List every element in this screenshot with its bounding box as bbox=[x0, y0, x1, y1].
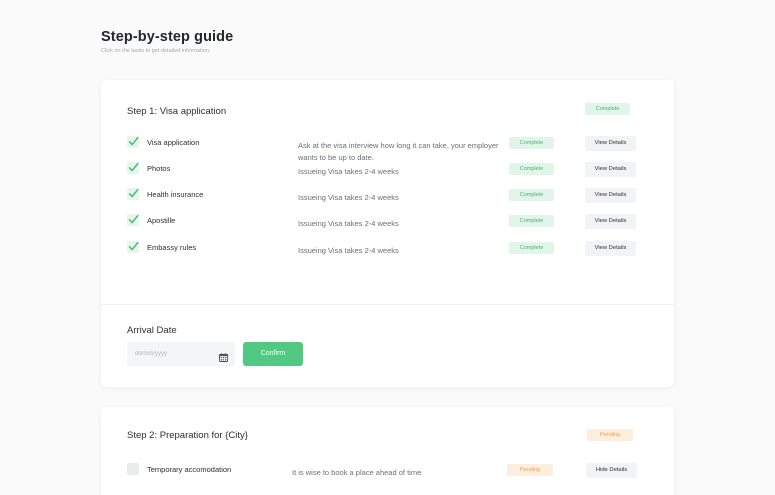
checkmark-icon[interactable] bbox=[127, 214, 139, 226]
task-status-badge: Complete bbox=[509, 137, 554, 149]
task-description: Ask at the visa interview how long it ca… bbox=[298, 141, 499, 162]
calendar-icon[interactable] bbox=[219, 349, 228, 362]
divider bbox=[101, 304, 674, 305]
step-1-title: Step 1: Visa application bbox=[127, 106, 227, 117]
checkmark-icon[interactable] bbox=[127, 241, 139, 253]
view-details-button[interactable]: View Details bbox=[585, 241, 636, 256]
arrival-date-label: Arrival Date bbox=[127, 325, 177, 336]
step-2-card: Step 2: Preparation for {City} Pending T… bbox=[101, 407, 674, 495]
confirm-button[interactable]: Confirm bbox=[243, 342, 303, 366]
task-description: Issueing Visa takes 2-4 weeks bbox=[298, 219, 399, 228]
task-status-badge: Complete bbox=[509, 189, 554, 201]
page-subtitle: Click on the tasks to get detailed infor… bbox=[101, 48, 211, 54]
checkmark-icon[interactable] bbox=[127, 162, 139, 174]
task-name: Visa application bbox=[147, 138, 200, 147]
task-name: Photos bbox=[147, 164, 171, 173]
task-name: Temporary accomodation bbox=[147, 465, 232, 474]
task-row-health-insurance[interactable]: Health insurance Issueing Visa takes 2-4… bbox=[101, 188, 674, 208]
task-name: Apostille bbox=[147, 216, 176, 225]
page: Step-by-step guide Click on the tasks to… bbox=[0, 0, 775, 495]
task-row-apostille[interactable]: Apostille Issueing Visa takes 2-4 weeks … bbox=[101, 214, 674, 234]
task-name: Health insurance bbox=[147, 190, 204, 199]
page-title: Step-by-step guide bbox=[101, 29, 234, 45]
task-row-temporary-accomodation[interactable]: Temporary accomodation It is wise to boo… bbox=[101, 463, 674, 483]
checkmark-icon[interactable] bbox=[127, 188, 139, 200]
step-2-title: Step 2: Preparation for {City} bbox=[127, 430, 248, 441]
task-status-badge: Complete bbox=[509, 242, 554, 254]
task-description: Issueing Visa takes 2-4 weeks bbox=[298, 193, 399, 202]
task-status-badge: Complete bbox=[509, 215, 554, 227]
task-row-photos[interactable]: Photos Issueing Visa takes 2-4 weeks Com… bbox=[101, 162, 674, 182]
task-name: Embassy rules bbox=[147, 243, 197, 252]
view-details-button[interactable]: View Details bbox=[585, 188, 636, 203]
hide-details-button[interactable]: Hide Details bbox=[586, 463, 637, 478]
view-details-button[interactable]: View Details bbox=[585, 214, 636, 229]
view-details-button[interactable]: View Details bbox=[585, 162, 636, 177]
task-row-embassy-rules[interactable]: Embassy rules Issueing Visa takes 2-4 we… bbox=[101, 241, 674, 261]
task-status-badge: Complete bbox=[509, 163, 554, 175]
task-description: It is wise to book a place ahead of time bbox=[292, 468, 422, 477]
step-1-status-badge: Complete bbox=[585, 103, 630, 115]
step-1-card: Step 1: Visa application Complete Visa a… bbox=[101, 80, 674, 387]
task-status-badge: Pending bbox=[507, 464, 553, 476]
checkmark-icon[interactable] bbox=[127, 136, 139, 148]
view-details-button[interactable]: View Details bbox=[585, 136, 636, 151]
checkbox[interactable] bbox=[127, 463, 139, 475]
task-row-visa-application[interactable]: Visa application Ask at the visa intervi… bbox=[101, 136, 674, 162]
task-description: Issueing Visa takes 2-4 weeks bbox=[298, 167, 399, 176]
task-description: Issueing Visa takes 2-4 weeks bbox=[298, 246, 399, 255]
step-2-status-badge: Pending bbox=[587, 429, 633, 441]
